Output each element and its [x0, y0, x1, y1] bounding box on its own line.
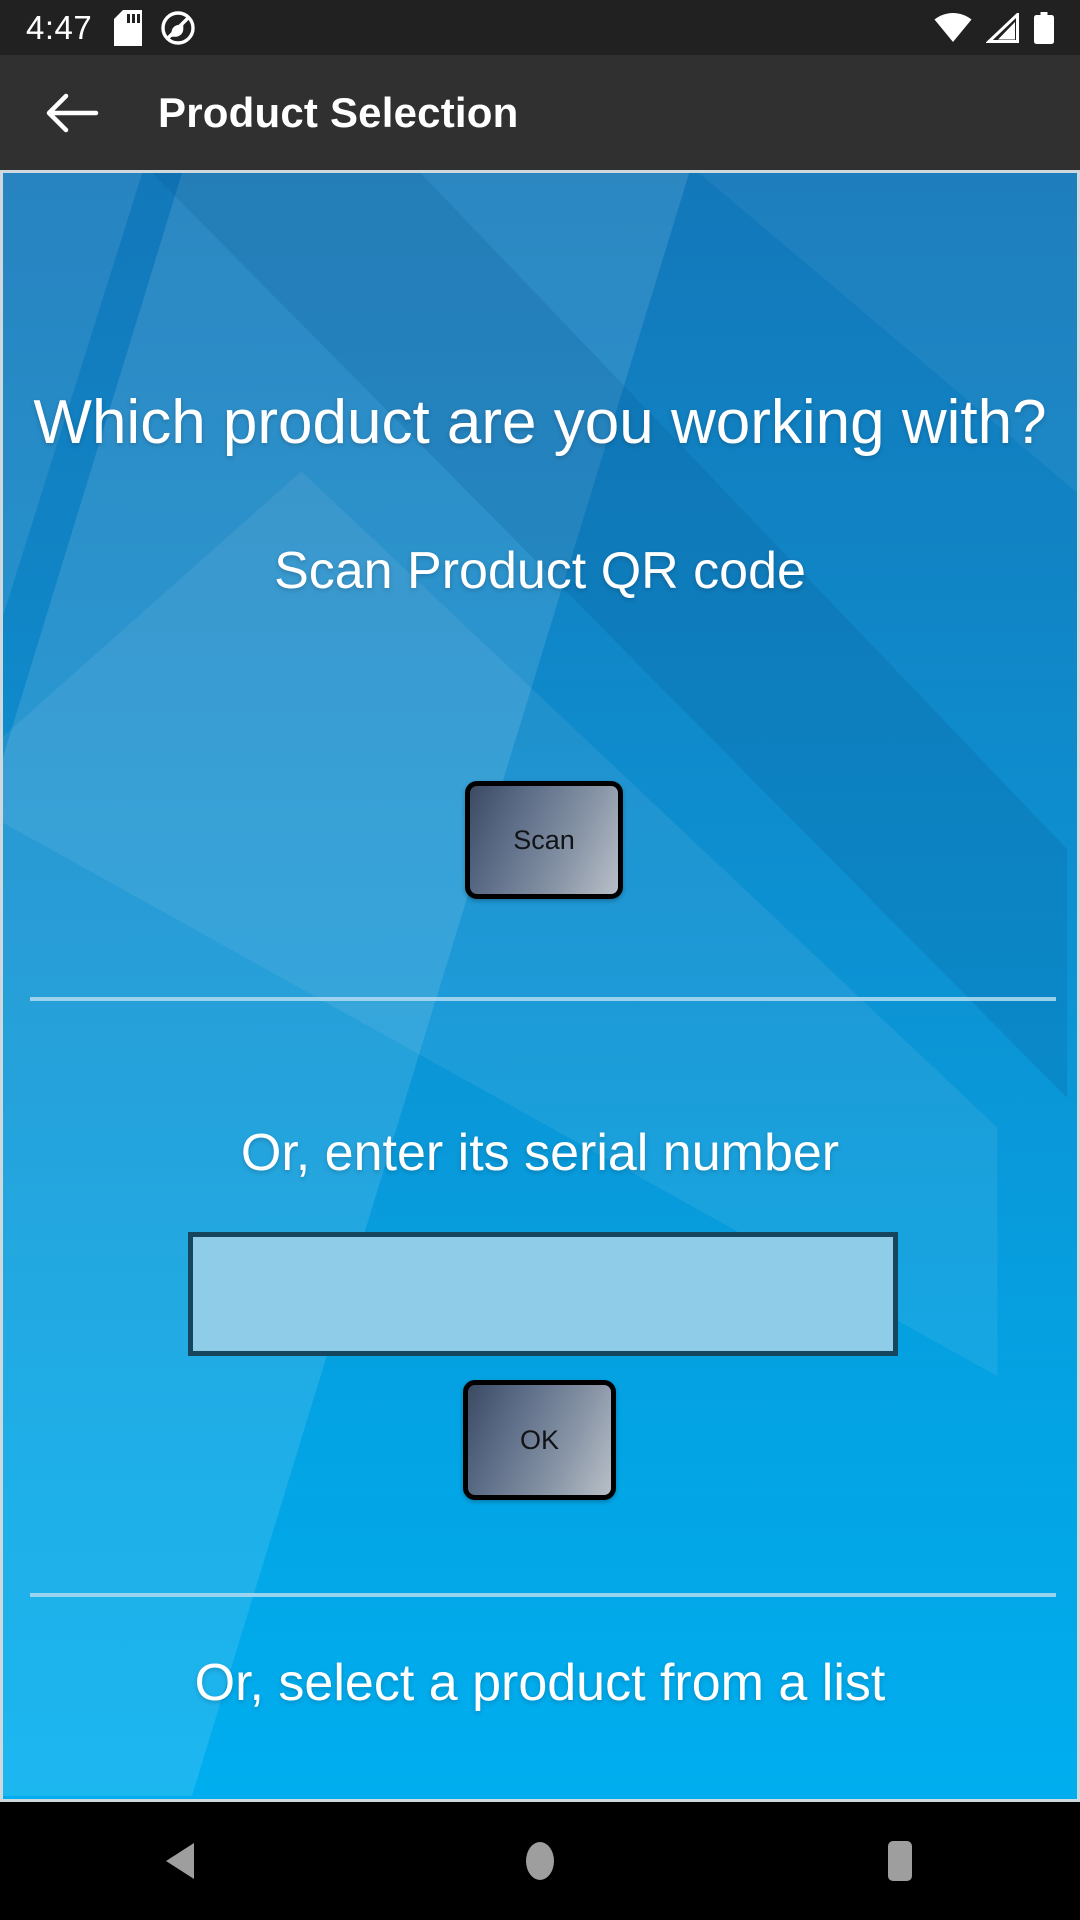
content-inner: Which product are you working with? Scan… — [3, 173, 1077, 1799]
page-title: Product Selection — [158, 88, 519, 136]
section-divider-2 — [30, 1593, 1056, 1597]
sd-card-icon — [114, 9, 143, 46]
status-bar: 4:47 — [0, 0, 1080, 55]
cellular-signal-icon — [986, 12, 1019, 43]
status-bar-right-icons — [934, 11, 1054, 44]
ok-button[interactable]: OK — [463, 1380, 616, 1500]
section-divider-1 — [30, 997, 1056, 1001]
wifi-icon — [934, 12, 972, 42]
headline-question: Which product are you working with? — [33, 388, 1047, 457]
app-bar: Product Selection — [0, 55, 1080, 170]
serial-section-label: Or, enter its serial number — [240, 1124, 840, 1182]
nav-back-triangle-icon[interactable] — [105, 1802, 255, 1920]
serial-number-input[interactable] — [188, 1232, 898, 1356]
scan-button[interactable]: Scan — [465, 781, 623, 899]
nav-home-circle-icon[interactable] — [465, 1802, 615, 1920]
status-bar-clock: 4:47 — [26, 8, 93, 46]
phone-screen: 4:47 Product Selection Which product are… — [0, 0, 1080, 1920]
silent-mode-icon — [161, 10, 195, 45]
system-navigation-bar — [0, 1802, 1080, 1920]
back-arrow-icon[interactable] — [24, 65, 120, 161]
main-content: Which product are you working with? Scan… — [0, 170, 1080, 1802]
list-section-label: Or, select a product from a list — [194, 1654, 886, 1712]
nav-recents-square-icon[interactable] — [825, 1802, 975, 1920]
qr-section-label: Scan Product QR code — [274, 542, 806, 600]
status-bar-left-icons — [114, 9, 196, 46]
battery-icon — [1034, 11, 1054, 44]
